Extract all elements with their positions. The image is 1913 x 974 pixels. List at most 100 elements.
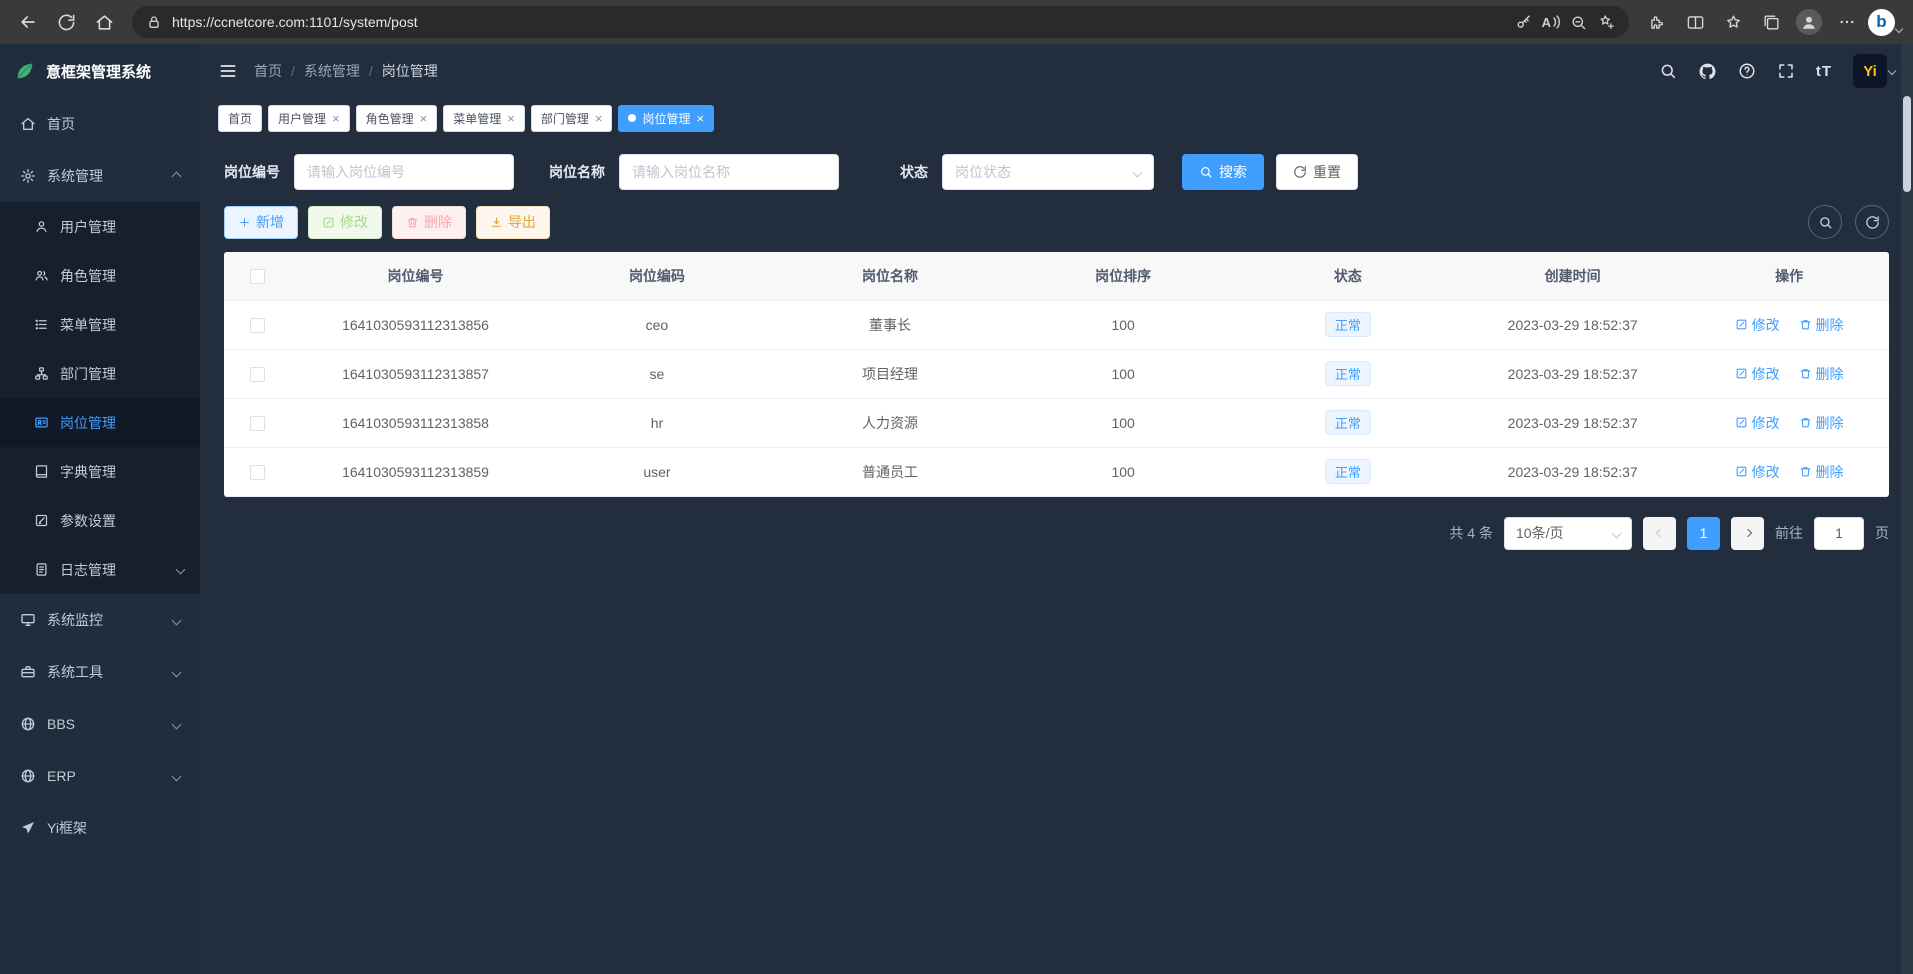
row-edit-label: 修改 (1752, 462, 1780, 482)
tab-user-management[interactable]: 用户管理× (268, 105, 350, 132)
user-avatar[interactable]: Yi (1853, 54, 1895, 88)
close-icon[interactable]: × (332, 112, 340, 125)
table-row[interactable]: 1641030593112313857 se 项目经理 100 正常 2023-… (224, 349, 1889, 398)
close-icon[interactable]: × (696, 112, 704, 125)
close-icon[interactable]: × (507, 112, 515, 125)
page-number-button[interactable]: 1 (1687, 517, 1720, 550)
bing-icon[interactable]: b (1867, 5, 1903, 39)
close-icon[interactable]: × (595, 112, 603, 125)
breadcrumb-system[interactable]: 系统管理 (304, 61, 360, 81)
delete-button[interactable]: 删除 (392, 206, 466, 239)
profile-avatar[interactable] (1791, 5, 1827, 39)
sidebar-item-menu-management[interactable]: 菜单管理 (0, 300, 200, 349)
breadcrumb-home[interactable]: 首页 (254, 61, 282, 81)
status-select[interactable]: 岗位状态 (942, 154, 1154, 190)
cell-post-id: 1641030593112313858 (291, 398, 541, 447)
edit-button[interactable]: 修改 (308, 206, 382, 239)
page-scrollbar[interactable] (1901, 44, 1913, 974)
page-size-select[interactable]: 10条/页 (1504, 517, 1632, 550)
prev-page-button[interactable] (1643, 517, 1676, 550)
collections-icon[interactable] (1753, 5, 1789, 39)
tab-home[interactable]: 首页 (218, 105, 262, 132)
sidebar-item-role-management[interactable]: 角色管理 (0, 251, 200, 300)
site-info-icon[interactable] (146, 14, 162, 30)
row-delete-link[interactable]: 删除 (1799, 413, 1844, 433)
home-icon[interactable] (86, 5, 122, 39)
row-checkbox[interactable] (250, 416, 265, 431)
sidebar-item-erp[interactable]: ERP (0, 750, 200, 802)
show-search-toggle-button[interactable] (1808, 205, 1842, 239)
row-delete-link[interactable]: 删除 (1799, 364, 1844, 384)
table-row[interactable]: 1641030593112313856 ceo 董事长 100 正常 2023-… (224, 300, 1889, 349)
scrollbar-thumb[interactable] (1903, 96, 1911, 192)
post-name-input[interactable] (619, 154, 839, 190)
font-size-icon[interactable]: tT (1816, 63, 1832, 80)
help-icon[interactable] (1738, 62, 1756, 80)
read-aloud-icon[interactable]: A (1542, 15, 1560, 30)
goto-page-input[interactable] (1814, 517, 1864, 550)
tab-role-management[interactable]: 角色管理× (356, 105, 438, 132)
tab-menu-management[interactable]: 菜单管理× (443, 105, 525, 132)
row-delete-link[interactable]: 删除 (1799, 315, 1844, 335)
sidebar-item-dict-management[interactable]: 字典管理 (0, 447, 200, 496)
refresh-icon[interactable] (48, 5, 84, 39)
split-screen-icon[interactable] (1677, 5, 1713, 39)
favorite-add-icon[interactable] (1597, 13, 1615, 31)
paper-plane-icon (20, 820, 36, 836)
post-code-label: 岗位编号 (224, 162, 280, 182)
sidebar-item-bbs[interactable]: BBS (0, 698, 200, 750)
add-button[interactable]: 新增 (224, 206, 298, 239)
sidebar-item-user-management[interactable]: 用户管理 (0, 202, 200, 251)
key-icon[interactable] (1515, 14, 1532, 31)
sidebar-item-dept-management[interactable]: 部门管理 (0, 349, 200, 398)
row-edit-link[interactable]: 修改 (1735, 462, 1780, 482)
favorites-icon[interactable] (1715, 5, 1751, 39)
tab-label: 岗位管理 (642, 110, 690, 127)
more-icon[interactable] (1829, 5, 1865, 39)
sidebar-collapse-icon[interactable] (218, 61, 238, 81)
post-code-input[interactable] (294, 154, 514, 190)
sidebar-item-param-settings[interactable]: 参数设置 (0, 496, 200, 545)
row-edit-link[interactable]: 修改 (1735, 364, 1780, 384)
search-button[interactable]: 搜索 (1182, 154, 1264, 190)
close-icon[interactable]: × (420, 112, 428, 125)
address-bar[interactable]: https://ccnetcore.com:1101/system/post A (132, 6, 1629, 38)
row-edit-link[interactable]: 修改 (1735, 413, 1780, 433)
url-text[interactable]: https://ccnetcore.com:1101/system/post (172, 14, 1505, 30)
reset-button[interactable]: 重置 (1276, 154, 1358, 190)
sidebar-item-system-monitor[interactable]: 系统监控 (0, 594, 200, 646)
fullscreen-icon[interactable] (1777, 62, 1795, 80)
row-delete-link[interactable]: 删除 (1799, 462, 1844, 482)
chevron-down-icon (172, 667, 182, 677)
next-page-button[interactable] (1731, 517, 1764, 550)
row-edit-link[interactable]: 修改 (1735, 315, 1780, 335)
row-checkbox[interactable] (250, 465, 265, 480)
row-checkbox[interactable] (250, 318, 265, 333)
extensions-icon[interactable] (1639, 5, 1675, 39)
tab-post-management[interactable]: 岗位管理 × (618, 105, 714, 132)
refresh-table-button[interactable] (1855, 205, 1889, 239)
row-checkbox[interactable] (250, 367, 265, 382)
row-delete-label: 删除 (1816, 364, 1844, 384)
sidebar-item-system-management[interactable]: 系统管理 (0, 150, 200, 202)
sidebar-item-home[interactable]: 首页 (0, 98, 200, 150)
leaf-logo-icon (14, 60, 36, 82)
select-all-checkbox[interactable] (250, 269, 265, 284)
table-row[interactable]: 1641030593112313859 user 普通员工 100 正常 202… (224, 447, 1889, 496)
sidebar-item-log-management[interactable]: 日志管理 (0, 545, 200, 594)
column-header: 岗位编号 (291, 252, 541, 300)
trash-icon (406, 216, 419, 229)
tab-dept-management[interactable]: 部门管理× (531, 105, 613, 132)
bing-caret-icon[interactable] (1895, 25, 1903, 33)
avatar-caret-icon[interactable] (1888, 67, 1896, 75)
zoom-icon[interactable] (1570, 14, 1587, 31)
export-button[interactable]: 导出 (476, 206, 550, 239)
sidebar-item-post-management[interactable]: 岗位管理 (0, 398, 200, 447)
sidebar-item-system-tools[interactable]: 系统工具 (0, 646, 200, 698)
table-row[interactable]: 1641030593112313858 hr 人力资源 100 正常 2023-… (224, 398, 1889, 447)
github-icon[interactable] (1698, 62, 1717, 81)
back-icon[interactable] (10, 5, 46, 39)
chevron-right-icon (1743, 529, 1751, 537)
sidebar-item-yi-framework[interactable]: Yi框架 (0, 802, 200, 854)
header-search-icon[interactable] (1659, 62, 1677, 80)
